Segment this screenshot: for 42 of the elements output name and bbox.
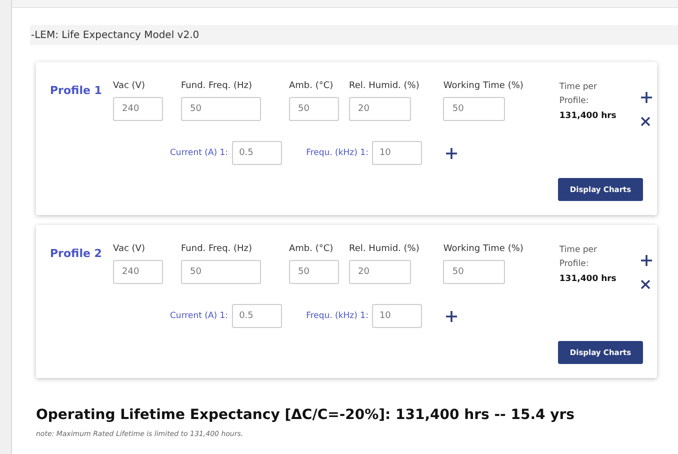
close-icon[interactable] [641,117,650,126]
input-field[interactable]: 50 [443,96,506,120]
add-icon[interactable] [446,148,458,158]
profile-title: Profile 2 [50,246,103,262]
lifetime-heading: Operating Lifetime Expectancy [ΔC/C=-20%]: 131,400 hrs -- 15.4 yrs [36,406,575,425]
profile-title: Profile 1 [50,83,103,99]
input-field[interactable]: 50 [181,260,261,284]
field-label: Fund. Freq. (Hz) [181,243,252,256]
field-label: Working Time (%) [443,243,524,256]
input-field[interactable]: 50 [443,260,506,284]
add-icon[interactable] [446,310,458,322]
time-value: 131,400 hrs [559,273,616,286]
input-field[interactable]: 240 [113,260,163,284]
input-field[interactable]: 20 [349,96,411,120]
close-icon[interactable] [641,280,650,289]
field-label: Amb. (°C) [289,80,334,93]
field-label: Rel. Humid. (%) [349,80,420,93]
input-field[interactable]: 10 [372,141,422,165]
input-field[interactable]: 10 [372,304,422,328]
harmonic-label: Current (A) 1: [170,146,228,160]
input-field[interactable]: 20 [349,260,411,284]
harmonic-label: Frequ. (kHz) 1: [306,146,368,160]
add-icon[interactable] [641,92,652,103]
harmonic-label: Current (A) 1: [170,310,228,322]
harmonic-label: Frequ. (kHz) 1: [306,310,368,322]
field-label: Working Time (%) [443,80,524,93]
field-label: Rel. Humid. (%) [349,243,420,256]
field-label: Vac (V) [113,80,145,93]
input-field[interactable]: 0.5 [232,141,282,165]
input-field[interactable]: 240 [113,96,163,120]
field-label: Amb. (°C) [289,243,334,256]
input-field[interactable]: 0.5 [232,304,282,328]
time-value: 131,400 hrs [559,110,616,123]
app-title: -LEM: Life Expectancy Model v2.0 [31,28,200,42]
field-label: Fund. Freq. (Hz) [181,80,252,93]
input-field[interactable]: 50 [289,260,339,284]
add-icon[interactable] [641,255,652,266]
time-label: Time per Profile: [559,244,598,271]
time-label: Time per Profile: [559,81,598,108]
input-field[interactable]: 50 [289,96,339,120]
field-label: Vac (V) [113,243,145,256]
input-field[interactable]: 50 [181,96,261,120]
